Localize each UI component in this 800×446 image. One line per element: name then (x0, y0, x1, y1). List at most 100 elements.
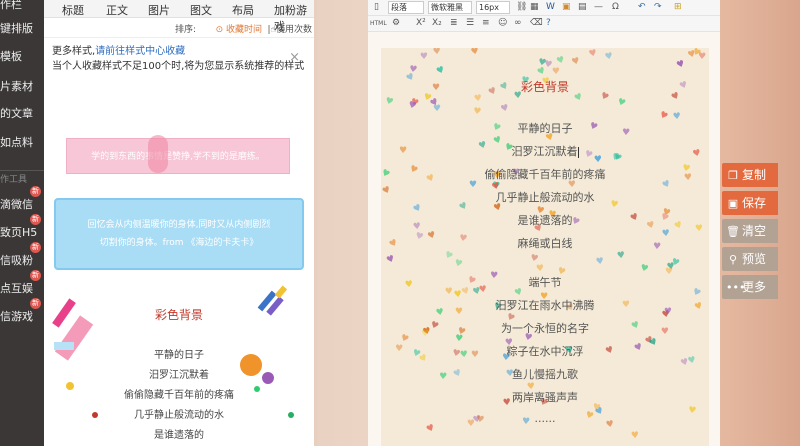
heart-pattern-icon: ♥ (442, 249, 455, 263)
document-canvas[interactable]: ♥ ♥ ♥ ♥ ♥ ♥ ♥ ♥ ♥ ♥ ♥ ♥ ♥ ♥ ♥ ♥ ♥ ♥ ♥ ♥ ♥ ♥ ♥ ♥ ♥ ♥ ♥ ♥ ♥ ♥ ♥ ♥ ♥ ♥ ♥ ♥ ♥ ♥ ♥ ♥… (381, 48, 709, 446)
heart-pattern-icon: ♥ (424, 422, 437, 436)
heart-pattern-icon: ♥ (406, 100, 418, 112)
sidebar-item-one-click-layout[interactable]: 键排版 (0, 20, 44, 36)
close-icon[interactable]: × (289, 50, 300, 65)
sidebar-section-label: 作工具 (0, 175, 28, 185)
paragraph-select[interactable]: 段落 (388, 1, 424, 14)
sidebar-item-games[interactable]: 信游戏 (0, 308, 44, 324)
style-tabs: 标题 正文 图片 图文 布局 加粉游戏 (44, 0, 314, 33)
sort-by-use-option[interactable]: |☝使用次数 (267, 22, 312, 35)
doc-line: 两岸离骚声声 (512, 391, 578, 404)
sidebar-item-label: 的文章 (0, 107, 33, 120)
video-icon[interactable]: ▤ (578, 2, 587, 12)
style-card-colorful[interactable]: 彩色背景 平静的日子 汨罗江沉默着 偷偷隐藏千百年前的疼痛 几乎静止般流动的水 … (52, 282, 304, 446)
copy-icon: ❐ (728, 169, 738, 182)
tab-image-text[interactable]: 图文 (190, 2, 212, 18)
style-card-blue[interactable]: 回忆会从内侧温暖你的身体,同时又从内侧剧烈 切割你的身体。from 《海边的卡夫… (54, 198, 304, 270)
redo-icon[interactable]: ↷ (654, 2, 662, 12)
tab-body[interactable]: 正文 (106, 2, 128, 18)
trash-icon: 🗑 (726, 225, 740, 238)
heart-pattern-icon: ♥ (535, 263, 545, 275)
sort-by-time-option[interactable]: ⊙ 收藏时间 (216, 22, 262, 35)
image-icon[interactable]: ▣ (562, 2, 571, 12)
heart-pattern-icon: ♥ (616, 250, 626, 262)
sort-label: 排序: (174, 25, 196, 35)
heart-pattern-icon: ♥ (675, 58, 687, 72)
size-select[interactable]: 16px (476, 1, 510, 14)
link-icon[interactable]: ⛓ (516, 2, 527, 12)
sidebar-item-toolbar[interactable]: 作栏 (0, 0, 44, 12)
pink-character-image (148, 135, 168, 173)
special-char-icon[interactable]: Ω (612, 2, 619, 12)
doc-line: 几乎静止般流动的水 (495, 191, 595, 204)
format-brush-icon[interactable]: ⚙ (392, 18, 400, 28)
editor-toolbar-row-1: ▯ 段落 微软雅黑 16px ⛓ ▦ W ▣ ▤ — Ω ↶ ↷ ⊞ (368, 0, 720, 16)
text-cursor (577, 146, 579, 158)
doc-line: 粽子在水中沉浮 (506, 345, 584, 358)
horizontal-rule-icon[interactable]: — (594, 2, 603, 12)
sidebar-item-label: 致页H5 (0, 226, 38, 239)
heart-pattern-icon: ♥ (383, 96, 395, 108)
sort-bar: 排序: ⊙ 收藏时间 |☝使用次数 (44, 18, 314, 38)
more-button[interactable]: •••更多 (722, 275, 778, 299)
search-icon: ⚲ (728, 253, 738, 266)
heart-pattern-icon: ♥ (408, 64, 418, 76)
blue-card-line: 回忆会从内侧温暖你的身体,同时又从内侧剧烈 (87, 220, 271, 230)
undo-icon[interactable]: ↶ (638, 2, 646, 12)
heart-pattern-icon: ♥ (435, 64, 447, 78)
html-icon[interactable]: HTML (370, 20, 387, 27)
preview-title: 彩色背景 (154, 308, 203, 322)
clear-button[interactable]: 🗑 清空 (722, 219, 778, 243)
heart-pattern-icon: ♥ (595, 256, 605, 268)
heart-pattern-icon: ♥ (499, 103, 511, 115)
doc-line: 为一个永恒的名字 (501, 322, 589, 335)
heart-pattern-icon: ♥ (630, 430, 640, 442)
sidebar-item-image-assets[interactable]: 片素材 (0, 78, 44, 94)
pink-card-text: 学的到东西的事情是赞挣,学不到的是磨练。 (91, 152, 265, 162)
help-icon[interactable]: ? (546, 18, 551, 28)
sidebar-item-fans[interactable]: 信吸粉 (0, 252, 44, 268)
tab-title[interactable]: 标题 (62, 2, 84, 18)
fullscreen-icon[interactable]: ⊞ (674, 2, 682, 12)
sidebar-item-label: 点互娱 (0, 282, 33, 295)
doc-title: 彩色背景 (520, 80, 569, 94)
align-icon[interactable]: ☰ (466, 18, 474, 28)
doc-line: 麻绳或白线 (517, 237, 573, 250)
font-select[interactable]: 微软雅黑 (428, 1, 472, 14)
sidebar-item-interactive[interactable]: 点互娱 (0, 280, 44, 296)
heart-pattern-icon: ♥ (472, 106, 482, 118)
unlink-icon[interactable]: ∞ (514, 18, 522, 28)
sidebar-item-wechat[interactable]: 滴微信 (0, 196, 44, 212)
save-icon: ▣ (727, 197, 739, 210)
style-card-pink[interactable]: 学的到东西的事情是赞挣,学不到的是磨练。 (66, 138, 290, 174)
eraser-icon[interactable]: ⌫ (530, 18, 543, 28)
sidebar-item-label: 模板 (0, 50, 22, 63)
preview-button[interactable]: ⚲ 预览 (722, 247, 778, 271)
sidebar-item-h5[interactable]: 致页H5 (0, 224, 44, 240)
sidebar-section-tools: 作工具 (0, 172, 44, 185)
editor-area: ▯ 段落 微软雅黑 16px ⛓ ▦ W ▣ ▤ — Ω ↶ ↷ ⊞ HTML … (368, 0, 720, 446)
emoji-icon[interactable]: ☺ (498, 18, 507, 28)
copy-button[interactable]: ❐ 复制 (722, 163, 778, 187)
style-center-link[interactable]: 请前往样式中心收藏 (95, 46, 185, 57)
tab-layout[interactable]: 布局 (232, 2, 254, 18)
document-icon[interactable]: ▯ (374, 2, 379, 12)
preview-line: 是谁遗落的 (154, 430, 204, 441)
heart-pattern-icon: ♥ (615, 96, 627, 110)
superscript-icon[interactable]: X² (416, 18, 426, 28)
table-icon[interactable]: ▦ (530, 2, 539, 12)
sidebar-item-templates[interactable]: 模板 (0, 48, 44, 64)
tab-image[interactable]: 图片 (148, 2, 170, 18)
subscript-icon[interactable]: X₂ (432, 18, 442, 28)
doc-line: 端午节 (528, 276, 562, 289)
word-icon[interactable]: W (546, 2, 555, 12)
sidebar-item-my-articles[interactable]: 的文章 (0, 105, 44, 121)
sidebar-item-label: 键排版 (0, 22, 33, 35)
indent-icon[interactable]: ≣ (450, 18, 458, 28)
heart-pattern-icon: ♥ (473, 93, 483, 105)
save-button[interactable]: ▣ 保存 (722, 191, 778, 215)
preview-label: 预览 (742, 252, 767, 266)
sidebar-item-label: 如点料 (0, 136, 33, 149)
list-icon[interactable]: ≡ (482, 18, 490, 28)
sidebar-item-materials[interactable]: 如点料 (0, 134, 44, 150)
